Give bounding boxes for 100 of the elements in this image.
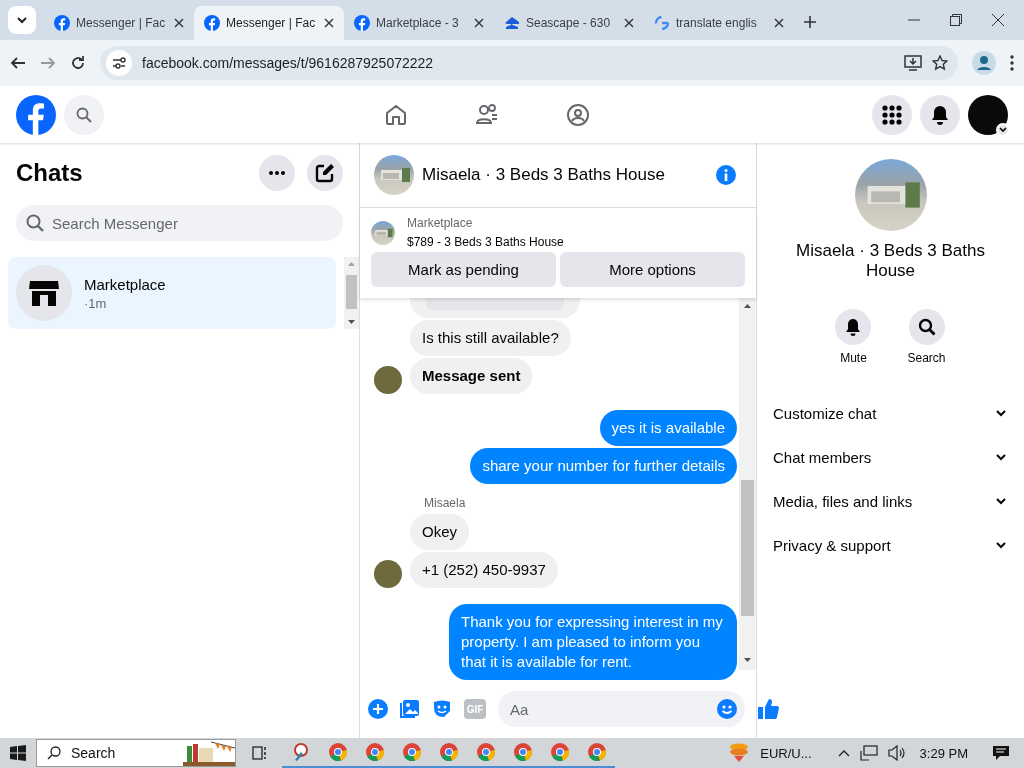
tab-title: Marketplace - 3 (376, 16, 460, 30)
section-title: Customize chat (773, 404, 878, 422)
message-field[interactable]: Aa (498, 691, 745, 727)
logo-icon (16, 94, 56, 135)
message-bubble: Thank you for expressing interest in my property. I am pleased to inform you that it is available for rent. (449, 604, 737, 680)
sender-name: Misaela (424, 496, 467, 510)
browser-tab[interactable]: translate englis (644, 6, 794, 40)
avatar-icon[interactable] (968, 94, 1008, 135)
forward-icon[interactable] (40, 55, 56, 71)
search-icon (917, 318, 936, 336)
message-bubble: Is this still available? (410, 320, 571, 356)
emoji-icon[interactable] (717, 699, 737, 719)
chevron-down-icon (999, 125, 1007, 134)
browser-icon[interactable] (438, 742, 459, 762)
scrollbar-drawing (344, 257, 359, 329)
volume-icon[interactable] (887, 745, 906, 761)
books-drawing (183, 740, 235, 766)
browser-tab[interactable]: Messenger | Fac (194, 6, 344, 40)
more-options-button[interactable]: More options (560, 252, 745, 287)
browser-icon[interactable] (401, 742, 422, 762)
browser-icon[interactable] (475, 742, 496, 762)
grid-icon (882, 104, 902, 125)
close-icon[interactable] (992, 14, 1004, 26)
tab-title: Messenger | Fac (226, 16, 317, 30)
listing-label: Marketplace (407, 216, 474, 230)
coins-icon[interactable] (728, 742, 751, 764)
network-icon[interactable] (859, 745, 878, 761)
avatar-photo (374, 366, 402, 394)
browser-icon[interactable] (512, 742, 533, 762)
taskbar-search[interactable]: Search (36, 739, 236, 767)
bell-icon (931, 104, 949, 125)
search-field[interactable]: Search Messenger (16, 205, 343, 241)
browser-icon[interactable] (549, 742, 570, 762)
close-icon[interactable] (324, 18, 334, 28)
new-tab-icon[interactable] (804, 16, 816, 28)
restore-icon[interactable] (950, 14, 962, 26)
section-row[interactable]: Customize chat (773, 391, 1008, 435)
close-icon[interactable] (774, 18, 784, 28)
caret-icon (17, 15, 27, 25)
browser-icon[interactable] (327, 742, 348, 762)
home-icon[interactable] (384, 102, 408, 127)
chat-item[interactable]: Marketplace ·1m (8, 257, 336, 329)
back-icon[interactable] (10, 55, 26, 71)
close-icon[interactable] (174, 18, 184, 28)
more-icon[interactable] (1010, 55, 1014, 71)
message-bubble: +1 (252) 450-9937 (410, 552, 558, 588)
search-icon (26, 214, 44, 232)
windows-icon[interactable] (10, 745, 26, 761)
new-message-button[interactable] (307, 155, 343, 191)
image-icon[interactable] (400, 699, 420, 719)
avatar-photo (374, 560, 402, 588)
tab-title: Messenger | Fac (76, 16, 167, 30)
sticker-icon[interactable] (432, 699, 452, 719)
favicon-icon (654, 15, 670, 31)
contact-photo (374, 155, 414, 195)
message-bubble: Message sent (410, 358, 533, 394)
chat-time: ·1m (84, 295, 108, 311)
notifications-button[interactable] (920, 94, 960, 135)
section-row[interactable]: Media, files and links (773, 479, 1008, 523)
action-label: Search (907, 351, 946, 365)
section-row[interactable]: Privacy & support (773, 523, 1008, 567)
close-icon[interactable] (624, 18, 634, 28)
caret-up-icon[interactable] (837, 749, 850, 757)
like-icon[interactable] (757, 698, 779, 720)
section-title: Chat members (773, 448, 873, 466)
favicon-icon (354, 15, 370, 31)
browser-tab[interactable]: Messenger | Fac (44, 6, 194, 40)
browser-icon[interactable] (586, 742, 607, 762)
install-icon[interactable] (904, 55, 922, 71)
chats-title: Chats (16, 159, 84, 187)
browser-tab[interactable]: Marketplace - 3 (344, 6, 494, 40)
search-icon (47, 746, 61, 760)
star-icon[interactable] (932, 55, 948, 71)
message-bubble: yes it is available (599, 410, 737, 446)
options-button[interactable] (259, 155, 295, 191)
close-icon[interactable] (474, 18, 484, 28)
widget-label: EUR/U... (760, 745, 812, 761)
site-settings-icon[interactable] (112, 56, 126, 70)
mute-button[interactable] (835, 309, 872, 345)
section-row[interactable]: Chat members (773, 435, 1008, 479)
favicon-icon (204, 15, 220, 31)
listing-title: $789 - 3 Beds 3 Baths House (407, 235, 564, 249)
groups-icon[interactable] (566, 102, 590, 127)
info-icon[interactable] (716, 165, 736, 185)
browser-icon[interactable] (364, 742, 385, 762)
friends-icon[interactable] (475, 102, 499, 127)
search-button[interactable] (908, 309, 945, 345)
menu-button[interactable] (872, 94, 912, 135)
message-bubble: share your number for further details (470, 448, 737, 484)
tab-title: translate englis (676, 16, 758, 30)
profile-icon[interactable] (972, 51, 996, 75)
plus-icon[interactable] (368, 699, 388, 719)
address-bar[interactable]: facebook.com/messages/t/9616287925072222 (100, 46, 958, 80)
notifications-icon[interactable] (992, 745, 1010, 761)
reload-icon[interactable] (70, 55, 86, 71)
browser-tab[interactable]: Seascape - 630 (494, 6, 644, 40)
tab-search-button[interactable] (8, 6, 36, 34)
task-view-icon[interactable] (252, 745, 268, 761)
listing-photo (371, 220, 395, 245)
mark-as-pending-button[interactable]: Mark as pending (371, 252, 556, 287)
